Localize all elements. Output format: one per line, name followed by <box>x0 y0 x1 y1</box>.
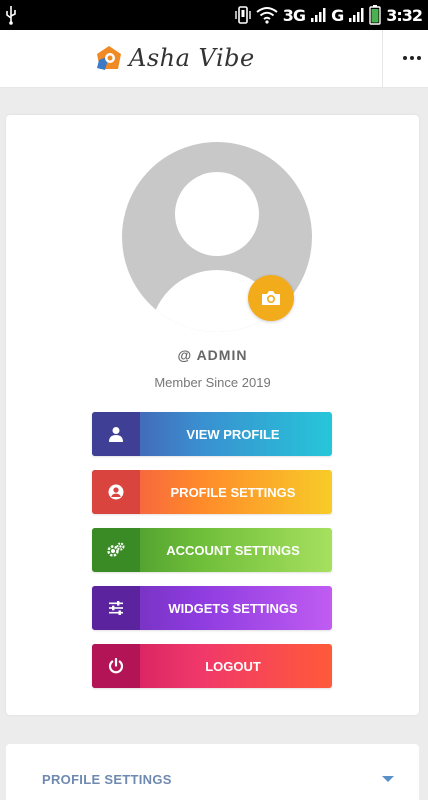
member-since: Member Since 2019 <box>154 375 271 390</box>
app-bar: Asha Vibe <box>0 30 428 88</box>
clock: 3:32 <box>386 5 423 25</box>
change-photo-button[interactable] <box>248 275 294 321</box>
caret-down-icon[interactable] <box>382 776 394 782</box>
section-title: PROFILE SETTINGS <box>42 772 172 787</box>
profile-settings-label: PROFILE SETTINGS <box>170 484 296 500</box>
network-type: 3G <box>282 5 306 25</box>
view-profile-label: VIEW PROFILE <box>186 426 280 442</box>
profile-settings-button[interactable]: PROFILE SETTINGS <box>92 470 332 514</box>
logout-button[interactable]: LOGOUT <box>92 644 332 688</box>
widgets-settings-label: WIDGETS SETTINGS <box>168 600 298 616</box>
brand-logo[interactable]: Asha Vibe <box>95 44 255 72</box>
more-horizontal-icon[interactable] <box>398 44 426 72</box>
avatar-head-shape <box>175 172 259 256</box>
battery-icon <box>369 5 381 25</box>
username: @ ADMIN <box>177 347 248 363</box>
cogs-icon <box>92 528 140 572</box>
widgets-settings-button[interactable]: WIDGETS SETTINGS <box>92 586 332 630</box>
asha-vibe-logo-icon <box>97 46 121 70</box>
status-bar: 3G G 3:32 <box>0 0 428 30</box>
usb-icon <box>6 6 16 25</box>
power-icon <box>92 644 140 688</box>
vibrate-icon <box>235 6 251 24</box>
profile-card: @ ADMIN Member Since 2019 VIEW PROFILE P… <box>6 115 419 715</box>
user-circle-icon <box>92 470 140 514</box>
account-settings-button[interactable]: ACCOUNT SETTINGS <box>92 528 332 572</box>
network-type-2: G <box>331 5 344 25</box>
account-settings-label: ACCOUNT SETTINGS <box>166 542 300 558</box>
user-icon <box>92 412 140 456</box>
sliders-icon <box>92 586 140 630</box>
divider <box>382 30 383 88</box>
logout-label: LOGOUT <box>205 658 261 674</box>
view-profile-button[interactable]: VIEW PROFILE <box>92 412 332 456</box>
camera-icon <box>262 291 280 305</box>
profile-settings-section[interactable]: PROFILE SETTINGS <box>6 744 419 800</box>
signal-icon <box>311 8 326 22</box>
brand-name: Asha Vibe <box>129 44 255 72</box>
signal-icon-2 <box>349 8 364 22</box>
wifi-icon <box>256 7 278 24</box>
